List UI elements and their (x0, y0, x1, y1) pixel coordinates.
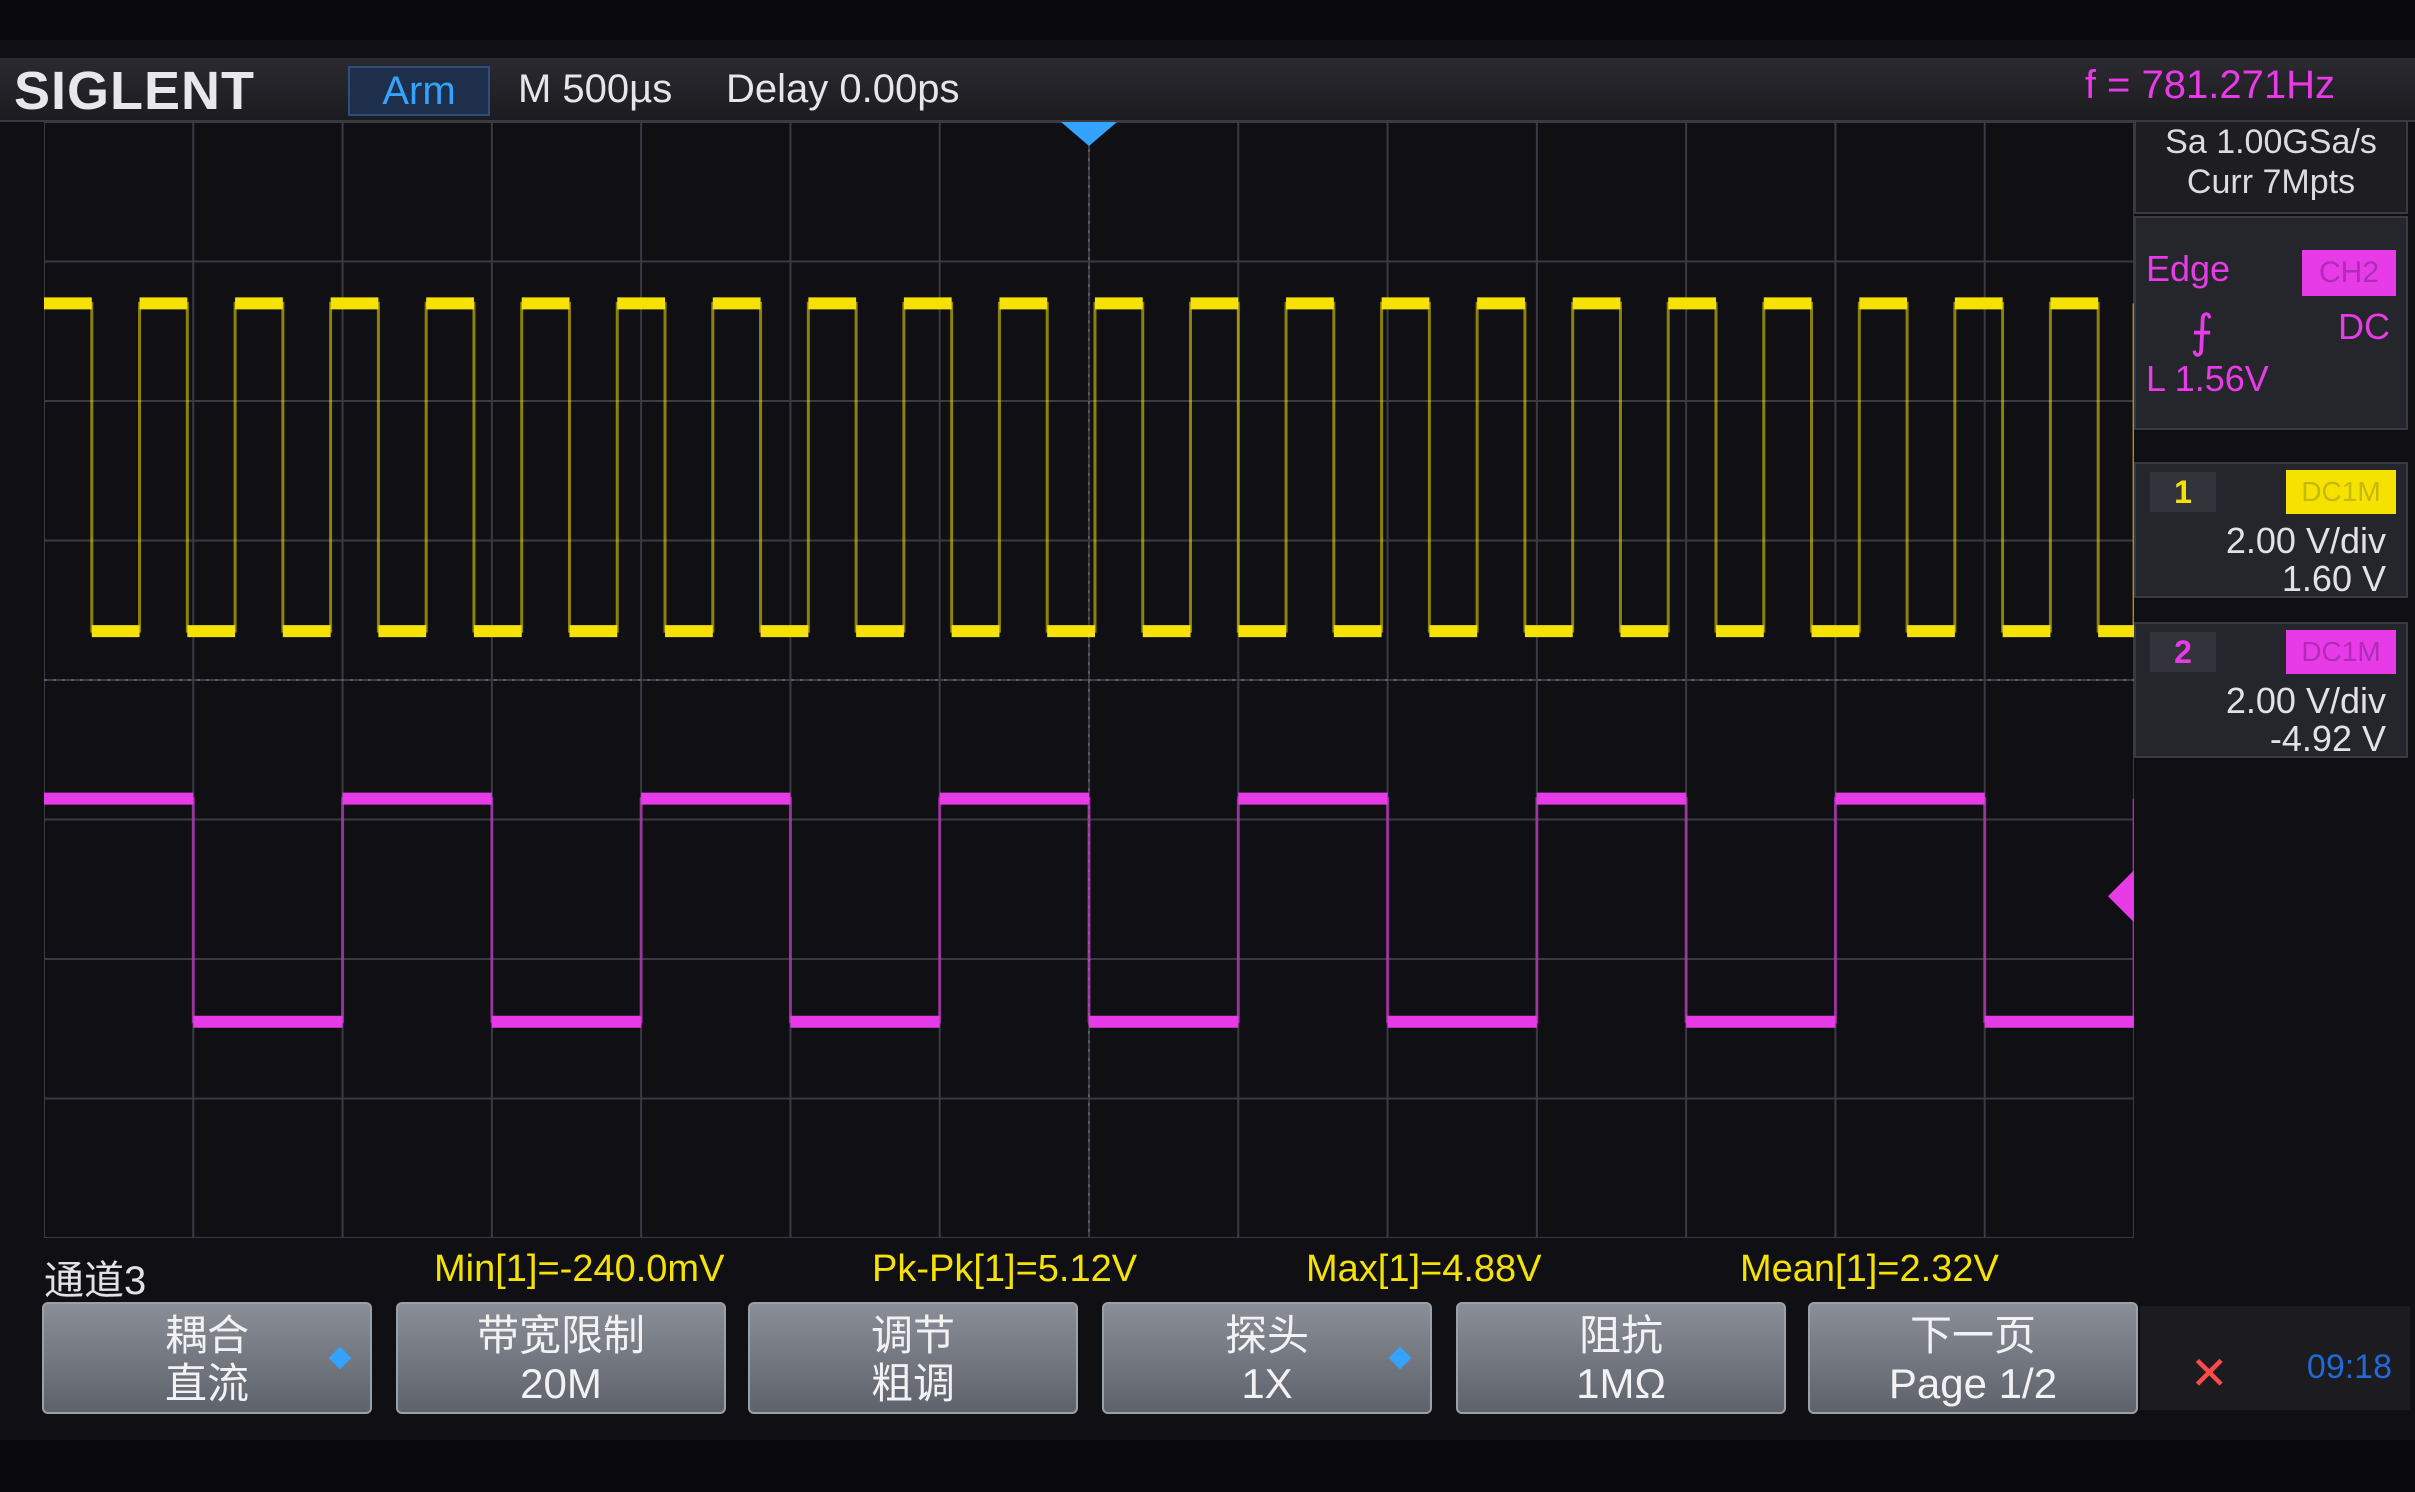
softkey-adjust[interactable]: 调节 粗调 (748, 1302, 1078, 1414)
softkey-coupling[interactable]: 耦合 直流 (42, 1302, 372, 1414)
softkey-impedance[interactable]: 阻抗 1MΩ (1456, 1302, 1786, 1414)
trigger-level: L 1.56V (2146, 358, 2269, 399)
memory-depth: Curr 7Mpts (2186, 163, 2356, 201)
measure-pkpk: Pk-Pk[1]=5.12V (872, 1248, 1138, 1290)
brand-logo: SIGLENT (14, 61, 256, 121)
measure-max: Max[1]=4.88V (1306, 1248, 1542, 1290)
trigger-source-badge: CH2 (2302, 250, 2396, 296)
softkey-probe[interactable]: 探头 1X (1102, 1302, 1432, 1414)
channel-2-coupling-badge: DC1M (2286, 630, 2396, 674)
softkey-value: 粗调 (870, 1360, 955, 1407)
softkey-label: 调节 (870, 1312, 955, 1359)
usb-icon: ✕ (2190, 1347, 2229, 1399)
status-corner: ✕ 09:18 (2140, 1306, 2410, 1410)
channel-2-panel[interactable]: 2 DC1M 2.00 V/div -4.92 V (2134, 622, 2408, 759)
channel-2-vdiv: 2.00 V/div (2225, 680, 2386, 721)
softkey-value: 1MΩ (1576, 1360, 1666, 1407)
timebase-readout[interactable]: M 500µs (518, 64, 672, 114)
channel-1-offset: 1.60 V (2281, 558, 2386, 599)
trigger-coupling: DC (2338, 306, 2390, 347)
softkey-next-page[interactable]: 下一页 Page 1/2 (1808, 1302, 2138, 1414)
softkey-label: 阻抗 (1578, 1312, 1663, 1359)
channel-1-number: 1 (2150, 472, 2216, 512)
softkey-bandwidth-limit[interactable]: 带宽限制 20M (396, 1302, 726, 1414)
trigger-panel[interactable]: Edge CH2 ⨍ DC L 1.56V (2134, 216, 2408, 430)
channel-1-coupling-badge: DC1M (2286, 470, 2396, 514)
clock: 09:18 (2306, 1348, 2392, 1386)
channel-1-vdiv: 2.00 V/div (2225, 520, 2386, 561)
waveform-display[interactable] (44, 122, 2134, 1238)
softkey-value: Page 1/2 (1888, 1360, 2058, 1407)
channel-2-number: 2 (2150, 632, 2216, 672)
softkey-label: 带宽限制 (476, 1312, 645, 1359)
frequency-readout: f = 781.271Hz (2084, 63, 2335, 107)
measure-min: Min[1]=-240.0mV (434, 1248, 725, 1290)
acquisition-info: Sa 1.00GSa/s Curr 7Mpts (2134, 120, 2408, 214)
sample-rate: Sa 1.00GSa/s (2165, 123, 2377, 161)
softkey-label: 下一页 (1909, 1312, 2036, 1359)
rising-edge-icon: ⨍ (2190, 305, 2214, 357)
softkey-value: 直流 (164, 1360, 249, 1407)
softkey-label: 探头 (1224, 1312, 1309, 1359)
delay-readout[interactable]: Delay 0.00ps (726, 64, 959, 114)
trigger-type: Edge (2146, 248, 2231, 289)
softkey-value: 20M (520, 1360, 602, 1407)
softkey-label: 耦合 (164, 1312, 249, 1359)
softkey-value: 1X (1241, 1360, 1293, 1407)
measure-mean: Mean[1]=2.32V (1740, 1248, 1999, 1290)
active-channel-label: 通道3 (44, 1259, 147, 1303)
channel-2-offset: -4.92 V (2269, 718, 2386, 759)
channel-1-panel[interactable]: 1 DC1M 2.00 V/div 1.60 V (2134, 462, 2408, 599)
trigger-status-indicator: Arm (348, 66, 490, 116)
